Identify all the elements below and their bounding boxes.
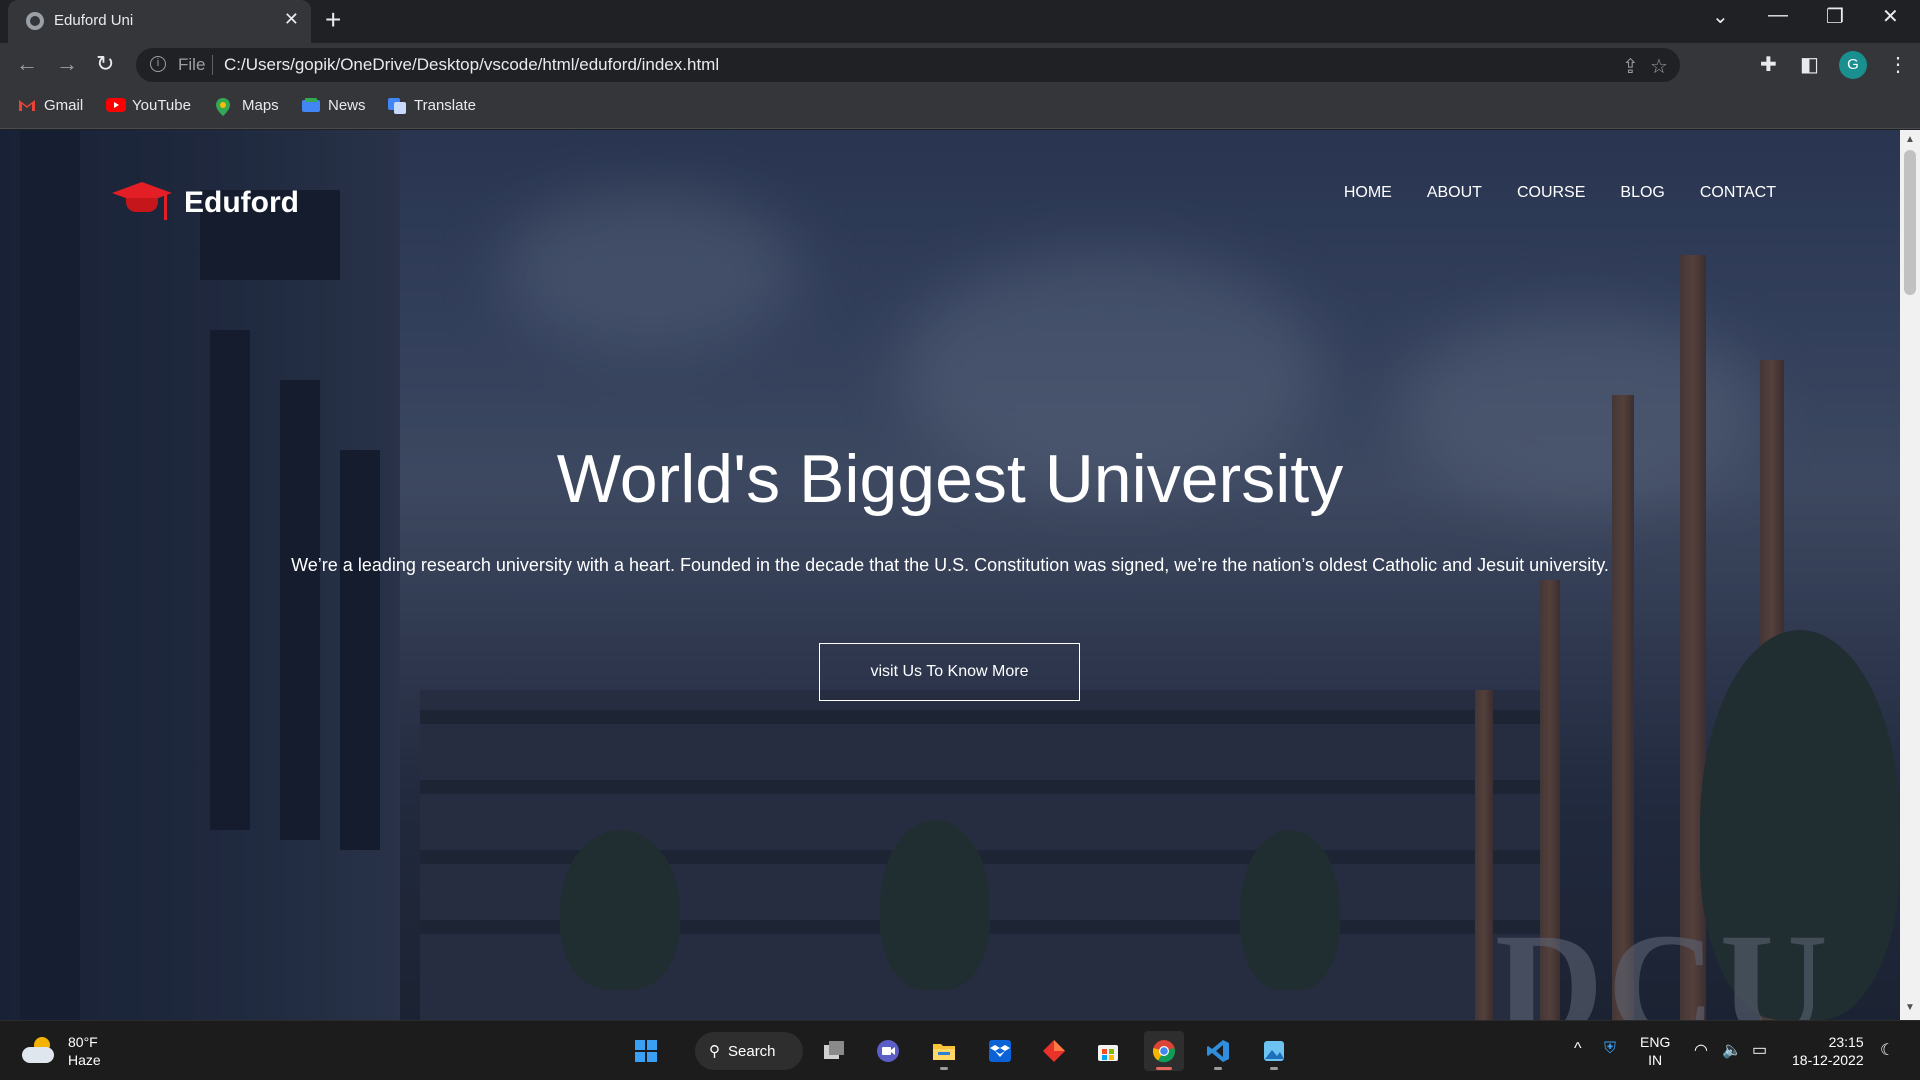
- bookmark-label: Maps: [242, 97, 279, 114]
- chrome-icon: [1152, 1040, 1176, 1063]
- extensions-icon[interactable]: ✚: [1760, 52, 1777, 77]
- bookmark-translate[interactable]: Translate: [388, 97, 476, 114]
- bookmark-maps[interactable]: Maps: [216, 97, 279, 116]
- dropbox-button[interactable]: [980, 1031, 1020, 1071]
- taskbar: 80°F Haze ⚲ Search ^ ⛨ ENG IN ◠ 🔈 ▭ 23:1…: [0, 1020, 1920, 1080]
- bookmark-label: News: [328, 97, 366, 114]
- globe-icon: [26, 12, 44, 30]
- nav-blog[interactable]: BLOG: [1620, 184, 1664, 202]
- folder-icon: [933, 1044, 955, 1060]
- scrollbar-thumb[interactable]: [1904, 150, 1916, 295]
- nav-about[interactable]: ABOUT: [1427, 184, 1482, 202]
- back-icon[interactable]: ←: [16, 51, 38, 77]
- notifications-icon[interactable]: ☾: [1880, 1040, 1894, 1060]
- file-explorer-button[interactable]: [924, 1031, 964, 1071]
- nav-home[interactable]: HOME: [1344, 184, 1392, 202]
- task-view-button[interactable]: [814, 1031, 854, 1071]
- taskbar-search[interactable]: ⚲ Search: [695, 1032, 803, 1070]
- teams-chat-button[interactable]: [868, 1031, 908, 1071]
- bookmark-label: YouTube: [132, 97, 191, 114]
- bookmark-label: Translate: [414, 97, 476, 114]
- search-label: Search: [728, 1042, 776, 1060]
- chrome-button[interactable]: [1144, 1031, 1184, 1071]
- address-separator: [212, 55, 213, 75]
- browser-toolbar: ← → ↻ i File C:/Users/gopik/OneDrive/Des…: [0, 43, 1920, 87]
- close-window-icon[interactable]: ✕: [1882, 4, 1899, 29]
- photos-button[interactable]: [1254, 1031, 1294, 1071]
- app-button-red[interactable]: [1034, 1031, 1074, 1071]
- windows-icon: [635, 1040, 657, 1062]
- hero-cta-button[interactable]: visit Us To Know More: [819, 643, 1080, 701]
- gmail-icon: [18, 98, 36, 114]
- reload-icon[interactable]: ↻: [96, 51, 114, 77]
- menu-icon[interactable]: ⋮: [1888, 52, 1908, 77]
- bookmark-label: Gmail: [44, 97, 84, 114]
- chat-icon: [877, 1040, 899, 1062]
- minimize-icon[interactable]: —: [1768, 4, 1788, 27]
- address-bar[interactable]: i File C:/Users/gopik/OneDrive/Desktop/v…: [136, 48, 1680, 82]
- hero-title: World's Biggest University: [556, 441, 1344, 517]
- side-panel-icon[interactable]: ◧: [1800, 52, 1819, 77]
- search-icon: ⚲: [709, 1043, 720, 1060]
- taskbar-clock[interactable]: 23:15 18-12-2022: [1792, 1033, 1864, 1069]
- maps-icon: [216, 97, 234, 116]
- weather-icon: [22, 1037, 56, 1065]
- site-info-icon[interactable]: i: [150, 56, 166, 72]
- news-icon: [302, 97, 320, 114]
- volume-icon[interactable]: 🔈: [1722, 1040, 1742, 1060]
- bookmark-gmail[interactable]: Gmail: [18, 97, 83, 114]
- scroll-down-icon[interactable]: ▼: [1905, 1002, 1915, 1013]
- wifi-icon[interactable]: ◠: [1694, 1040, 1708, 1060]
- task-view-icon: [824, 1041, 844, 1059]
- diamond-app-icon: [1043, 1040, 1065, 1062]
- microsoft-store-button[interactable]: [1088, 1031, 1128, 1071]
- language-indicator[interactable]: ENG IN: [1640, 1033, 1670, 1069]
- address-url[interactable]: C:/Users/gopik/OneDrive/Desktop/vscode/h…: [224, 55, 719, 75]
- weather-desc: Haze: [68, 1052, 101, 1068]
- close-tab-icon[interactable]: ✕: [284, 9, 299, 30]
- browser-tab[interactable]: Eduford Uni ✕: [8, 0, 311, 43]
- browser-tab-strip: Eduford Uni ✕ + ⌄ — ❐ ✕: [0, 0, 1920, 43]
- tab-title: Eduford Uni: [54, 12, 134, 29]
- page-viewport: DCU Eduford HOME ABOUT COURSE BLOG CONTA…: [0, 130, 1900, 1020]
- site-brand: Eduford: [184, 186, 299, 219]
- nav-contact[interactable]: CONTACT: [1700, 184, 1776, 202]
- main-nav: HOME ABOUT COURSE BLOG CONTACT: [1344, 184, 1776, 202]
- tab-search-icon[interactable]: ⌄: [1712, 4, 1729, 29]
- profile-avatar[interactable]: G: [1839, 51, 1867, 79]
- nav-course[interactable]: COURSE: [1517, 184, 1585, 202]
- forward-icon[interactable]: →: [56, 51, 78, 77]
- graduation-cap-icon: [112, 180, 172, 226]
- bookmark-youtube[interactable]: YouTube: [106, 97, 191, 114]
- bookmark-news[interactable]: News: [302, 97, 366, 114]
- youtube-icon: [106, 97, 126, 114]
- start-button[interactable]: [626, 1031, 666, 1071]
- site-logo[interactable]: Eduford: [112, 180, 299, 226]
- weather-temp: 80°F: [68, 1034, 98, 1050]
- share-icon[interactable]: ⇪: [1622, 54, 1639, 79]
- defender-shield-icon[interactable]: ⛨: [1604, 1040, 1616, 1058]
- new-tab-button[interactable]: +: [325, 6, 341, 34]
- show-hidden-icons-icon[interactable]: ^: [1574, 1040, 1582, 1058]
- photos-icon: [1264, 1041, 1284, 1061]
- restore-icon[interactable]: ❐: [1826, 4, 1844, 29]
- bookmarks-bar: Gmail YouTube Maps News Translate: [0, 87, 1920, 129]
- translate-icon: [388, 97, 406, 114]
- store-icon: [1098, 1045, 1118, 1061]
- address-scheme-label: File: [178, 55, 206, 74]
- vscode-icon: [1207, 1040, 1229, 1062]
- dropbox-icon: [989, 1040, 1011, 1062]
- page-scrollbar[interactable]: ▲ ▼: [1900, 130, 1920, 1020]
- battery-icon[interactable]: ▭: [1752, 1040, 1767, 1060]
- bookmark-star-icon[interactable]: ☆: [1650, 54, 1668, 79]
- hero-subtitle: We’re a leading research university with…: [291, 555, 1609, 575]
- weather-widget[interactable]: 80°F Haze: [22, 1033, 101, 1069]
- scroll-up-icon[interactable]: ▲: [1905, 134, 1915, 145]
- vscode-button[interactable]: [1198, 1031, 1238, 1071]
